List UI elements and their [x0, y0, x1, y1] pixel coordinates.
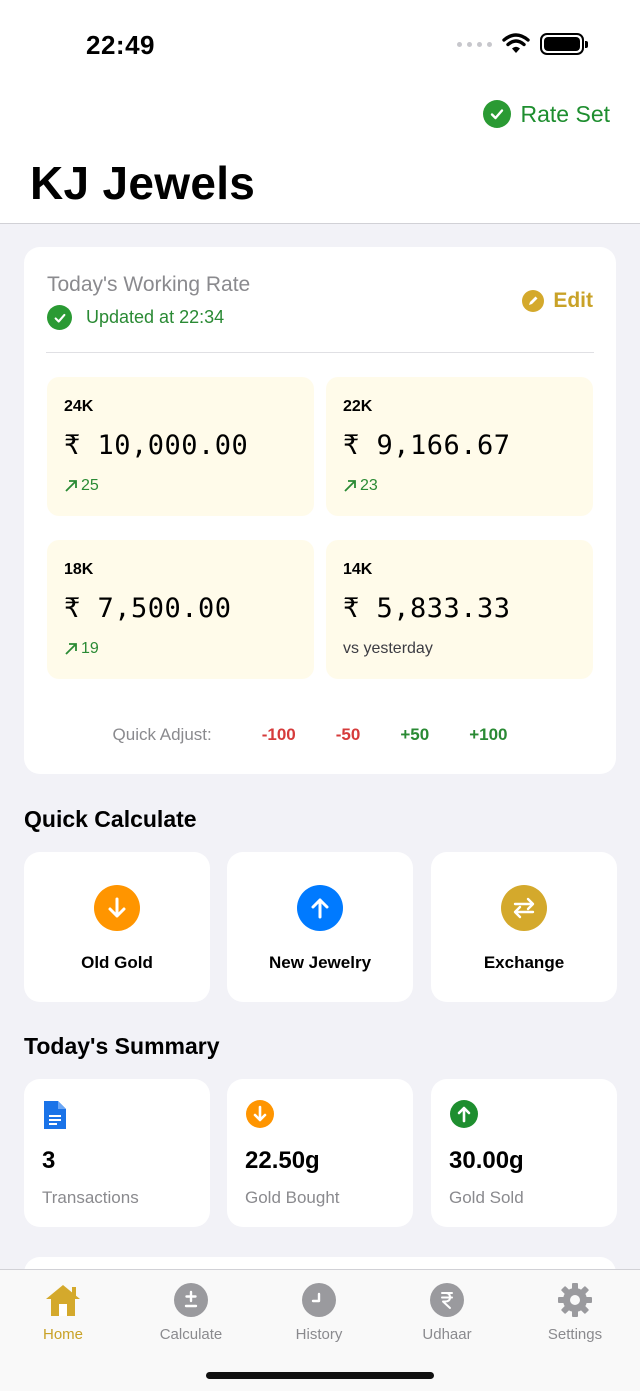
tab-home[interactable]: Home [13, 1280, 113, 1343]
karat-price: ₹ 9,166.67 [343, 430, 511, 461]
action-label: Old Gold [81, 953, 153, 972]
adjust-plus-50-button[interactable]: +50 [400, 725, 429, 745]
arrow-up-icon [449, 1099, 479, 1134]
tab-calculate[interactable]: Calculate [141, 1280, 241, 1343]
summary-value: 30.00g [449, 1147, 524, 1174]
summary-value: 22.50g [245, 1147, 320, 1174]
rate-tile-18k[interactable]: 18K ₹ 7,500.00 19 [47, 540, 314, 679]
working-rate-title: Today's Working Rate [47, 273, 251, 296]
quick-calculate-title: Quick Calculate [24, 806, 197, 832]
checkmark-icon [482, 100, 511, 128]
tab-label: Home [42, 1326, 83, 1343]
arrow-up-icon [297, 885, 343, 931]
trend-up-icon [65, 480, 77, 492]
rate-status[interactable]: Rate Set [482, 100, 611, 128]
summary-transactions: 3 Transactions [24, 1079, 210, 1227]
plus-minus-icon [171, 1280, 211, 1320]
exchange-button[interactable]: Exchange [431, 852, 617, 1002]
signal-icon [457, 41, 492, 47]
tab-label: Udhaar [422, 1326, 472, 1343]
quick-adjust-label: Quick Adjust: [112, 725, 212, 744]
wifi-icon [502, 33, 530, 53]
karat-label: 14K [343, 561, 373, 578]
arrow-down-icon [245, 1099, 275, 1134]
karat-price: ₹ 5,833.33 [343, 593, 511, 624]
action-label: Exchange [483, 953, 565, 972]
checkmark-icon [47, 305, 72, 330]
summary-gold-bought: 22.50g Gold Bought [227, 1079, 413, 1227]
rate-tile-22k[interactable]: 22K ₹ 9,166.67 23 [326, 377, 593, 516]
action-label: New Jewelry [268, 953, 372, 972]
pencil-icon [522, 290, 545, 312]
karat-price: ₹ 7,500.00 [64, 593, 232, 624]
karat-change: 23 [343, 477, 378, 495]
status-indicators [457, 33, 588, 55]
edit-label: Edit [553, 289, 593, 312]
karat-label: 24K [64, 398, 94, 415]
tab-udhaar[interactable]: Udhaar [397, 1280, 497, 1343]
karat-change: 19 [64, 640, 99, 658]
document-icon [42, 1099, 68, 1136]
trend-up-icon [65, 643, 77, 655]
tab-history[interactable]: History [269, 1280, 369, 1343]
edit-rate-button[interactable]: Edit [522, 289, 593, 313]
rate-tile-24k[interactable]: 24K ₹ 10,000.00 25 [47, 377, 314, 516]
status-time: 22:49 [86, 30, 155, 60]
karat-change: 25 [64, 477, 99, 495]
adjust-minus-50-button[interactable]: -50 [336, 725, 361, 745]
updated-status: Updated at 22:34 [47, 305, 224, 330]
adjust-plus-100-button[interactable]: +100 [469, 725, 507, 745]
home-indicator [206, 1372, 434, 1379]
summary-label: Transactions [42, 1188, 139, 1207]
summary-value: 3 [42, 1147, 56, 1174]
rate-status-label: Rate Set [520, 100, 611, 127]
clock-icon [299, 1280, 339, 1320]
summary-label: Gold Sold [449, 1188, 524, 1207]
header: 22:49 Rate Set KJ Jewels [0, 0, 640, 224]
tab-label: Settings [547, 1326, 603, 1343]
tab-settings[interactable]: Settings [525, 1280, 625, 1343]
quick-adjust: Quick Adjust: -100 -50 +50 +100 [24, 725, 616, 745]
exchange-icon [501, 885, 547, 931]
tab-label: Calculate [159, 1326, 223, 1343]
battery-icon [540, 33, 588, 55]
old-gold-button[interactable]: Old Gold [24, 852, 210, 1002]
divider [46, 352, 594, 353]
tab-label: History [295, 1326, 343, 1343]
arrow-down-icon [94, 885, 140, 931]
karat-label: 22K [343, 398, 373, 415]
gear-icon [555, 1280, 595, 1320]
page-title: KJ Jewels [30, 157, 256, 209]
summary-gold-sold: 30.00g Gold Sold [431, 1079, 617, 1227]
summary-label: Gold Bought [245, 1188, 340, 1207]
updated-label: Updated at 22:34 [86, 307, 225, 327]
karat-price: ₹ 10,000.00 [64, 430, 249, 461]
summary-title: Today's Summary [24, 1033, 220, 1059]
home-icon [43, 1280, 83, 1320]
karat-note: vs yesterday [343, 640, 433, 657]
rate-tile-14k[interactable]: 14K ₹ 5,833.33 vs yesterday [326, 540, 593, 679]
karat-label: 18K [64, 561, 94, 578]
trend-up-icon [344, 480, 356, 492]
working-rate-card: Today's Working Rate Updated at 22:34 Ed… [24, 247, 616, 774]
rupee-icon [427, 1280, 467, 1320]
new-jewelry-button[interactable]: New Jewelry [227, 852, 413, 1002]
adjust-minus-100-button[interactable]: -100 [262, 725, 296, 745]
